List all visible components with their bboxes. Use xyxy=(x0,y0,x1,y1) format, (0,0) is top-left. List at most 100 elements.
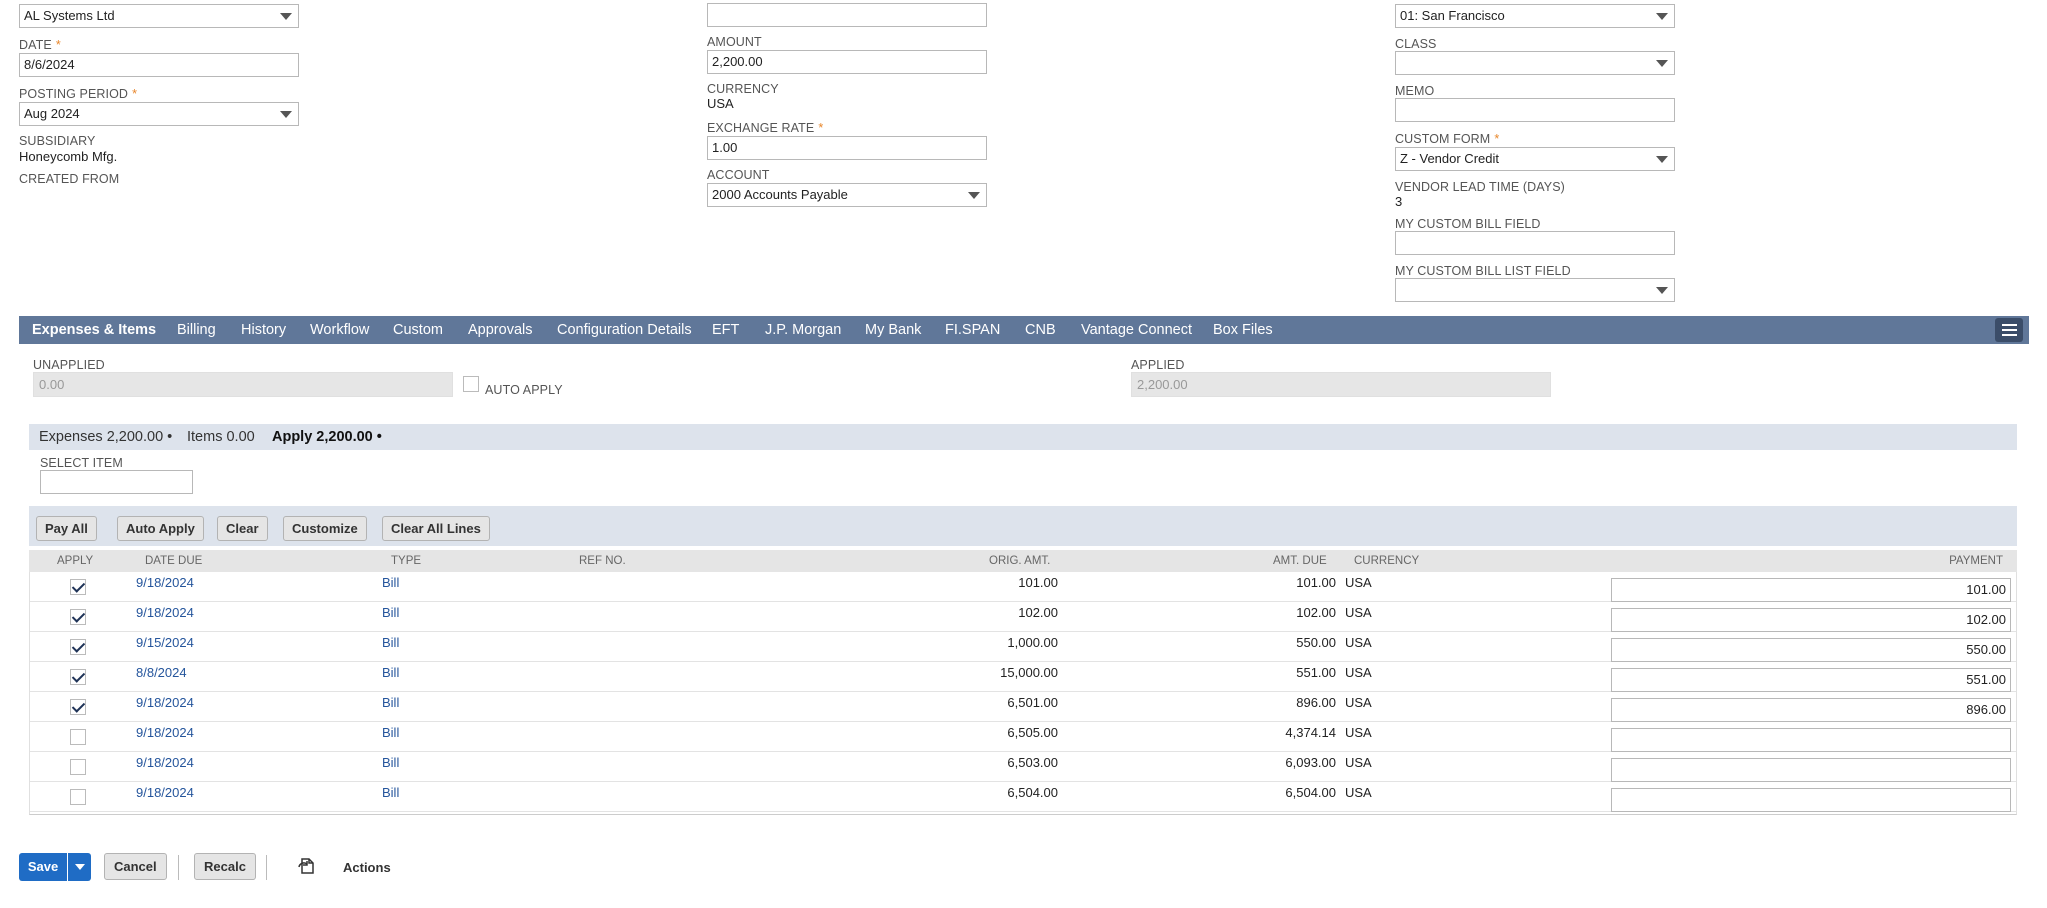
amt-due-cell: 102.00 xyxy=(1296,605,1336,620)
date-due-link[interactable]: 9/18/2024 xyxy=(136,575,194,590)
tab-configuration-details[interactable]: Configuration Details xyxy=(557,322,692,338)
date-due-link[interactable]: 9/18/2024 xyxy=(136,605,194,620)
date-due-link[interactable]: 9/18/2024 xyxy=(136,785,194,800)
vendor-select[interactable]: AL Systems Ltd xyxy=(19,4,299,28)
subtab-apply[interactable]: Apply 2,200.00 • xyxy=(272,429,382,445)
apply-checkbox[interactable] xyxy=(70,579,86,595)
type-link[interactable]: Bill xyxy=(382,635,399,650)
apply-checkbox[interactable] xyxy=(70,759,86,775)
select-item-field[interactable] xyxy=(40,470,193,494)
col-ref-no[interactable]: REF NO. xyxy=(579,555,626,567)
col-currency[interactable]: CURRENCY xyxy=(1354,555,1419,567)
apply-checkbox[interactable] xyxy=(70,729,86,745)
posting-period-select[interactable]: Aug 2024 xyxy=(19,102,299,126)
type-link[interactable]: Bill xyxy=(382,755,399,770)
currency-cell: USA xyxy=(1345,605,1372,620)
customize-button[interactable]: Customize xyxy=(283,516,367,541)
date-due-link[interactable]: 9/18/2024 xyxy=(136,725,194,740)
apply-table-body: 9/18/2024 Bill 101.00 101.00 USA 101.00 9/18/2… xyxy=(29,572,2017,815)
chevron-down-icon xyxy=(1656,156,1668,163)
table-row: 9/18/2024 Bill 102.00 102.00 USA 102.00 xyxy=(30,602,2016,632)
date-due-link[interactable]: 9/18/2024 xyxy=(136,755,194,770)
col-date-due[interactable]: DATE DUE xyxy=(145,555,202,567)
amount-field[interactable]: 2,200.00 xyxy=(707,50,987,74)
unapplied-label: UNAPPLIED xyxy=(33,358,105,372)
save-button[interactable]: Save xyxy=(19,853,67,881)
date-due-link[interactable]: 8/8/2024 xyxy=(136,665,187,680)
type-link[interactable]: Bill xyxy=(382,695,399,710)
clear-button[interactable]: Clear xyxy=(217,516,268,541)
date-field[interactable]: 8/6/2024 xyxy=(19,53,299,77)
custom-bill-list-select[interactable] xyxy=(1395,278,1675,302)
tab-fi-span[interactable]: FI.SPAN xyxy=(945,322,1000,338)
tab-history[interactable]: History xyxy=(241,322,286,338)
applied-label: APPLIED xyxy=(1131,358,1185,372)
date-due-link[interactable]: 9/18/2024 xyxy=(136,695,194,710)
col-amt-due[interactable]: AMT. DUE xyxy=(1273,555,1327,567)
type-link[interactable]: Bill xyxy=(382,575,399,590)
apply-checkbox[interactable] xyxy=(70,639,86,655)
subsidiary-label: SUBSIDIARY xyxy=(19,134,96,148)
tab-cnb[interactable]: CNB xyxy=(1025,322,1056,338)
type-link[interactable]: Bill xyxy=(382,785,399,800)
col-type[interactable]: TYPE xyxy=(391,555,421,567)
apply-checkbox[interactable] xyxy=(70,699,86,715)
payment-input[interactable] xyxy=(1611,788,2011,812)
tab-box-files[interactable]: Box Files xyxy=(1213,322,1273,338)
payment-input[interactable]: 896.00 xyxy=(1611,698,2011,722)
orig-amt-cell: 6,504.00 xyxy=(1007,785,1058,800)
clear-all-lines-button[interactable]: Clear All Lines xyxy=(382,516,490,541)
custom-bill-field[interactable] xyxy=(1395,231,1675,255)
cancel-button[interactable]: Cancel xyxy=(104,853,167,880)
apply-checkbox[interactable] xyxy=(70,609,86,625)
location-select[interactable]: 01: San Francisco xyxy=(1395,4,1675,28)
apply-checkbox[interactable] xyxy=(70,789,86,805)
col-apply[interactable]: APPLY xyxy=(57,555,93,567)
col-orig-amt[interactable]: ORIG. AMT. xyxy=(989,555,1050,567)
subtab-items[interactable]: Items 0.00 xyxy=(187,429,255,445)
amt-due-cell: 6,504.00 xyxy=(1285,785,1336,800)
orig-amt-cell: 101.00 xyxy=(1018,575,1058,590)
tab-approvals[interactable]: Approvals xyxy=(468,322,532,338)
tab-layout-menu-icon[interactable] xyxy=(1995,318,2023,342)
payment-input[interactable]: 550.00 xyxy=(1611,638,2011,662)
currency-cell: USA xyxy=(1345,635,1372,650)
payment-input[interactable]: 102.00 xyxy=(1611,608,2011,632)
currency-cell: USA xyxy=(1345,725,1372,740)
tab-eft[interactable]: EFT xyxy=(712,322,739,338)
date-due-link[interactable]: 9/15/2024 xyxy=(136,635,194,650)
type-link[interactable]: Bill xyxy=(382,605,399,620)
account-select[interactable]: 2000 Accounts Payable xyxy=(707,183,987,207)
payment-input[interactable] xyxy=(1611,758,2011,782)
type-link[interactable]: Bill xyxy=(382,665,399,680)
col-payment[interactable]: PAYMENT xyxy=(1949,555,2003,567)
pay-all-button[interactable]: Pay All xyxy=(36,516,97,541)
memo-field[interactable] xyxy=(1395,98,1675,122)
tab-vantage-connect[interactable]: Vantage Connect xyxy=(1081,322,1192,338)
payment-input[interactable]: 551.00 xyxy=(1611,668,2011,692)
type-link[interactable]: Bill xyxy=(382,725,399,740)
auto-apply-button[interactable]: Auto Apply xyxy=(117,516,204,541)
orig-amt-cell: 6,503.00 xyxy=(1007,755,1058,770)
actions-menu[interactable]: Actions xyxy=(343,860,391,875)
custom-form-select[interactable]: Z - Vendor Credit xyxy=(1395,147,1675,171)
recalc-button[interactable]: Recalc xyxy=(194,853,256,880)
tab-custom[interactable]: Custom xyxy=(393,322,443,338)
auto-apply-checkbox[interactable] xyxy=(463,376,479,392)
save-dropdown-icon[interactable] xyxy=(68,853,91,881)
subtab-expenses[interactable]: Expenses 2,200.00 • xyxy=(39,429,172,445)
apply-checkbox[interactable] xyxy=(70,669,86,685)
payment-input[interactable] xyxy=(1611,728,2011,752)
divider xyxy=(178,855,179,880)
tab-expenses-items[interactable]: Expenses & Items xyxy=(32,322,156,338)
tab-my-bank[interactable]: My Bank xyxy=(865,322,921,338)
document-refresh-icon[interactable] xyxy=(298,857,316,877)
tab-billing[interactable]: Billing xyxy=(177,322,216,338)
table-row: 9/18/2024 Bill 101.00 101.00 USA 101.00 xyxy=(30,572,2016,602)
exchange-rate-field[interactable]: 1.00 xyxy=(707,136,987,160)
class-select[interactable] xyxy=(1395,51,1675,75)
middle-top-field[interactable] xyxy=(707,3,987,27)
payment-input[interactable]: 101.00 xyxy=(1611,578,2011,602)
tab-jp-morgan[interactable]: J.P. Morgan xyxy=(765,322,841,338)
tab-workflow[interactable]: Workflow xyxy=(310,322,369,338)
